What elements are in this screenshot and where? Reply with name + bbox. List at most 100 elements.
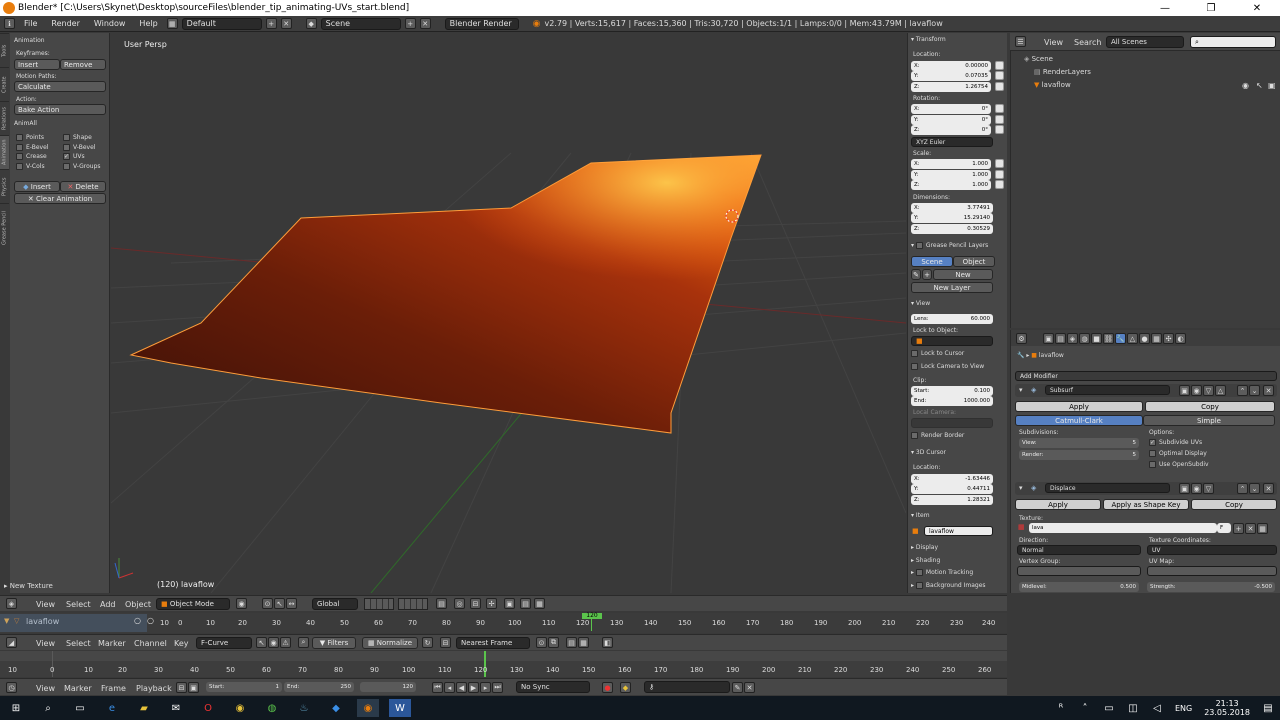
keying-set-icon[interactable]: ◆ — [620, 682, 631, 693]
select-menu[interactable]: Select — [66, 600, 91, 609]
paste-keys-icon[interactable]: ▤ — [566, 637, 577, 648]
lock-icon[interactable] — [995, 125, 1004, 134]
lock-icon[interactable] — [995, 159, 1004, 168]
jump-end-icon[interactable]: ⏭ — [492, 682, 503, 693]
scene-selector[interactable]: Scene — [320, 17, 401, 30]
dimension-x-field[interactable]: X: 3.77491 — [911, 203, 993, 213]
windows-start-icon[interactable]: ⊞ — [5, 699, 27, 717]
gp-add-icon[interactable]: + — [922, 269, 932, 280]
outliner-view-menu[interactable]: View — [1044, 38, 1063, 47]
menu-file[interactable]: File — [19, 19, 42, 28]
clear-animation-button[interactable]: ✕ Clear Animation — [14, 193, 106, 204]
e-bevel-checkbox[interactable]: E-Bevel — [16, 144, 48, 151]
translate-icon[interactable]: ↔ — [286, 598, 297, 609]
v-cols-checkbox[interactable]: V-Cols — [16, 163, 45, 170]
texture-tab-icon[interactable]: ▦ — [1151, 333, 1162, 344]
menu-render[interactable]: Render — [46, 19, 84, 28]
channel-visibility-icon[interactable]: ○ — [134, 616, 141, 625]
shape-checkbox[interactable]: Shape — [63, 134, 92, 141]
render-anim-icon[interactable]: ▤ — [520, 598, 531, 609]
lock-range-icon[interactable]: ▣ — [188, 682, 199, 693]
move-up-icon[interactable]: ⌃ — [1237, 483, 1248, 494]
remove-layout-icon[interactable]: ✕ — [280, 18, 292, 29]
crease-checkbox[interactable]: Crease — [16, 153, 47, 160]
subdiv-view-field[interactable]: View: 5 — [1019, 438, 1139, 448]
filters-button[interactable]: ▼ Filters — [312, 637, 356, 649]
steam-icon[interactable]: ♨ — [293, 699, 315, 717]
apply-as-shape-key-button[interactable]: Apply as Shape Key — [1103, 499, 1189, 510]
object-tab-icon[interactable]: ■ — [1091, 333, 1102, 344]
select-arrow-icon[interactable]: ↖ — [1256, 81, 1263, 90]
render-engine-selector[interactable]: Blender Render — [444, 17, 519, 30]
scale-x-field[interactable]: X: 1.000 — [911, 159, 991, 169]
lock-icon[interactable] — [995, 170, 1004, 179]
app-globe-icon[interactable]: ◍ — [261, 699, 283, 717]
displace-apply-button[interactable]: Apply — [1015, 499, 1101, 510]
scene-icon[interactable]: ◆ — [305, 18, 317, 29]
only-errors-icon[interactable]: ⚠ — [280, 637, 291, 648]
outliner-lavaflow-item[interactable]: ▼ lavaflow — [1034, 81, 1071, 89]
timeline-editor-type-icon[interactable]: ◷ — [6, 682, 17, 693]
bake-action-button[interactable]: Bake Action — [14, 104, 106, 115]
timeline-area[interactable]: 10 0 10 20 30 40 50 60 70 80 90 100 110 … — [0, 651, 1007, 677]
maximize-button[interactable]: ❐ — [1188, 3, 1234, 14]
lens-field[interactable]: Lens: 60.000 — [911, 314, 993, 324]
transform-panel-title[interactable]: ▾ Transform — [911, 34, 946, 44]
volume-icon[interactable]: ◁ — [1150, 699, 1164, 717]
rotation-mode-selector[interactable]: XYZ Euler — [911, 137, 993, 147]
menu-window[interactable]: Window — [89, 19, 131, 28]
lock-to-cursor-checkbox[interactable]: Lock to Cursor — [911, 350, 964, 357]
current-frame-field[interactable]: 120 — [360, 682, 416, 692]
graph-editor-type-icon[interactable]: ◢ — [6, 637, 17, 648]
gp-new-button[interactable]: New — [933, 269, 993, 280]
outliner-scene-item[interactable]: ◈ Scene — [1024, 55, 1053, 63]
shading-panel-title[interactable]: ▸ Shading — [911, 555, 940, 565]
animall-panel-title[interactable]: AnimAll — [14, 118, 37, 128]
preview-range-icon[interactable]: ⊟ — [176, 682, 187, 693]
lock-icon[interactable] — [995, 61, 1004, 70]
render-toggle-icon[interactable]: ▣ — [1179, 483, 1190, 494]
location-x-field[interactable]: X: 0.00000 — [911, 61, 991, 71]
material-tab-icon[interactable]: ● — [1139, 333, 1150, 344]
lock-icon[interactable] — [995, 115, 1004, 124]
v-groups-checkbox[interactable]: V-Groups — [63, 163, 101, 170]
start-frame-field[interactable]: Start: 1 — [206, 682, 282, 692]
move-down-icon[interactable]: ⌄ — [1249, 385, 1260, 396]
fake-user-button[interactable]: F — [1217, 523, 1231, 533]
opengl-render-icon[interactable]: ▣ — [504, 598, 515, 609]
local-camera-field[interactable] — [911, 418, 993, 428]
displace-copy-button[interactable]: Copy — [1191, 499, 1277, 510]
editmode-toggle-icon[interactable]: ▽ — [1203, 483, 1214, 494]
task-view-icon[interactable]: ▭ — [69, 699, 91, 717]
keyboard-language[interactable]: ENG — [1175, 704, 1192, 713]
render-tab-icon[interactable]: ▣ — [1043, 333, 1054, 344]
location-y-field[interactable]: Y: 0.07035 — [911, 71, 991, 81]
sync-mode-selector[interactable]: No Sync — [516, 681, 590, 693]
view-panel-title[interactable]: ▾ View — [911, 298, 930, 308]
people-icon[interactable]: ᴿ — [1054, 699, 1068, 717]
catmull-clark-button[interactable]: Catmull-Clark — [1015, 415, 1143, 426]
shading-mode-icon[interactable]: ◉ — [236, 598, 247, 609]
gp-pencil-icon[interactable]: ✎ — [911, 269, 921, 280]
scale-z-field[interactable]: Z: 1.000 — [911, 180, 991, 190]
cursor-x-field[interactable]: X: -1.63446 — [911, 474, 993, 484]
v-bevel-checkbox[interactable]: V-Bevel — [63, 144, 95, 151]
outliner-search-menu[interactable]: Search — [1074, 38, 1101, 47]
dimension-z-field[interactable]: Z: 0.30529 — [911, 224, 993, 234]
proportional-edit-icon[interactable]: ◎ — [454, 598, 465, 609]
layers-widget[interactable] — [364, 598, 394, 610]
graph-marker-menu[interactable]: Marker — [98, 639, 126, 648]
insert-keyframe-icon[interactable]: ✎ — [732, 682, 743, 693]
tab-create[interactable]: Create — [0, 67, 9, 101]
tab-grease-pencil[interactable]: Grease Pencil — [0, 203, 9, 253]
clip-end-field[interactable]: End: 1000.000 — [911, 396, 993, 406]
notifications-icon[interactable]: ▤ — [1261, 699, 1275, 717]
graph-mode-selector[interactable]: F-Curve — [196, 637, 252, 649]
ghost-curves-icon[interactable]: ◧ — [602, 637, 613, 648]
cursor-z-field[interactable]: Z: 1.28321 — [911, 495, 993, 505]
normalize-toggle[interactable]: ▦ Normalize — [362, 637, 418, 649]
render-layers-tab-icon[interactable]: ▤ — [1055, 333, 1066, 344]
item-panel-title[interactable]: ▾ Item — [911, 510, 930, 520]
mode-selector[interactable]: ■ Object Mode — [156, 598, 230, 610]
render-camera-icon[interactable]: ▣ — [1268, 81, 1276, 90]
